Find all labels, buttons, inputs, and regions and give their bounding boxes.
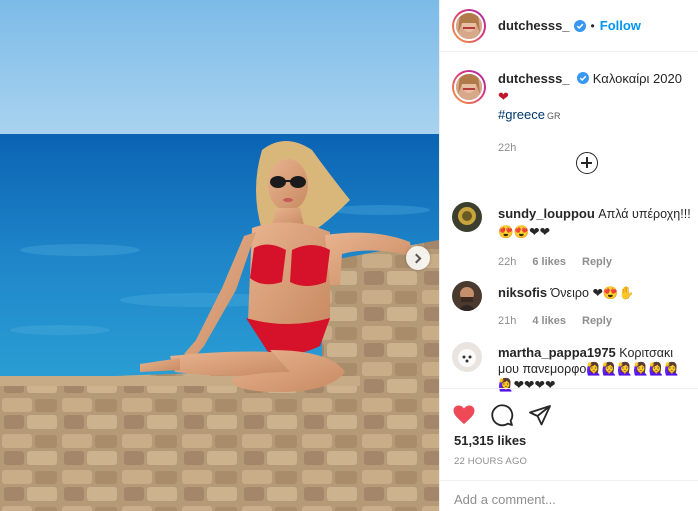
comment-text-continued: μου πανεμορφο	[498, 362, 587, 376]
plus-circle-icon[interactable]	[576, 152, 598, 174]
follow-button[interactable]: Follow	[600, 18, 641, 33]
heart-icon[interactable]	[452, 403, 476, 427]
comment-likes[interactable]: 4 likes	[532, 312, 566, 330]
add-comment-bar	[440, 480, 698, 511]
separator-dot: •	[590, 18, 595, 33]
comment-bubble-icon[interactable]	[490, 403, 514, 427]
photo-image	[0, 0, 439, 511]
comment-avatar[interactable]	[452, 202, 482, 232]
comment-text: Απλά υπέροχη!!!	[598, 207, 691, 221]
post-caption: dutchesss_ Καλοκαίρι 2020 ❤ #greece GR 22…	[452, 66, 692, 157]
caption-text: Καλοκαίρι 2020	[592, 71, 682, 86]
comment-item: martha_pappa1975 Κοριτσακι μου πανεμορφο…	[452, 342, 692, 393]
post-actions: 51,315 likes 22 HOURS AGO	[440, 388, 698, 470]
add-comment-input[interactable]	[454, 492, 654, 507]
avatar[interactable]	[452, 8, 486, 43]
comment-reply-button[interactable]: Reply	[582, 253, 612, 271]
paper-plane-icon[interactable]	[528, 403, 552, 427]
comment-username[interactable]: martha_pappa1975	[498, 345, 616, 360]
caption-heart-emoji: ❤	[498, 89, 509, 104]
chevron-right-icon	[411, 253, 422, 263]
comment-text: Κοριτσακι	[619, 346, 674, 360]
comment-username[interactable]: sundy_louppou	[498, 206, 595, 221]
post-photo[interactable]	[0, 0, 439, 511]
comment-emoji-line: ❤😍✋	[592, 286, 635, 300]
likes-count[interactable]: 51,315 likes	[454, 433, 526, 448]
comment-item: sundy_louppou Απλά υπέροχη!!! 😍😍❤❤ 22h 6…	[452, 202, 692, 271]
caption-avatar[interactable]	[452, 70, 486, 104]
caption-timestamp: 22h	[498, 142, 517, 154]
comment-time: 21h	[498, 315, 517, 327]
comment-avatar[interactable]	[452, 281, 482, 311]
comment-reply-button[interactable]: Reply	[582, 312, 612, 330]
hashtag-link[interactable]: #greece	[498, 107, 545, 122]
post-side-panel: dutchesss_ • Follow dutchesss_ Καλοκαίρι…	[439, 0, 698, 511]
comment-time: 22h	[498, 256, 517, 268]
comment-username[interactable]: niksofis	[498, 285, 547, 300]
verified-badge-icon	[573, 19, 586, 32]
comment-emoji-line: 😍😍❤❤	[498, 225, 551, 239]
hashtag-geo-flag: GR	[546, 111, 561, 121]
comment-emoji-line: 🙋‍♀️🙋‍♀️🙋‍♀️🙋‍♀️🙋‍♀️🙋‍♀️	[586, 362, 680, 376]
comment-text: Όνειρο	[550, 286, 589, 300]
posted-timestamp: 22 HOURS AGO	[454, 456, 528, 467]
caption-username[interactable]: dutchesss_	[498, 71, 570, 86]
carousel-next-button[interactable]	[406, 246, 430, 270]
verified-badge-icon	[577, 72, 590, 84]
comment-avatar[interactable]	[452, 342, 482, 372]
header-username[interactable]: dutchesss_	[498, 18, 570, 33]
comment-item: niksofis Όνειρο ❤😍✋ 21h 4 likes Reply	[452, 281, 692, 330]
post-header: dutchesss_ • Follow	[440, 0, 698, 52]
comment-likes[interactable]: 6 likes	[532, 253, 566, 271]
